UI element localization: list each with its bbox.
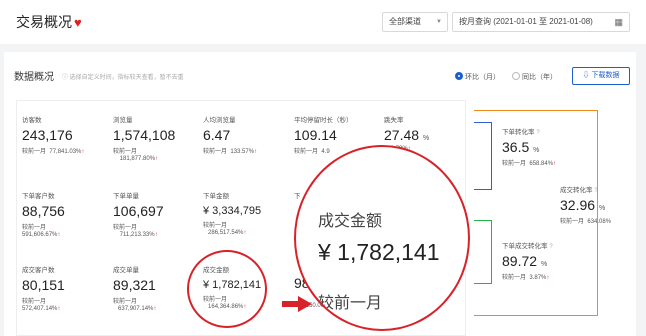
metric-order-count: 下单单量 106,697 较前一月 711,213.33%↑ (113, 193, 164, 238)
zoom-magnifier: 成交金额 ¥ 1,782,141 较前一月 (294, 145, 470, 331)
radio-icon (512, 72, 520, 80)
info-icon: ⓘ (62, 75, 70, 81)
metric-deal-count: 成交单量 89,321 较前一月 637,907.14%↑ (113, 267, 157, 312)
metric-pv-per-user: 人均浏览量 6.47 较前一月 133.57%↑ (203, 117, 258, 155)
metric-compare: 较前一月 77,841.03%↑ (22, 149, 85, 155)
calendar-icon: ▦ (614, 17, 623, 27)
channel-select[interactable]: 全部渠道 ▼ (382, 12, 448, 32)
metric-deal-customers: 成交客户数 80,151 较前一月 572,407.14%↑ (22, 267, 65, 312)
metric-pageviews: 浏览量 1,574,108 较前一月 181,877.80%↑ (113, 117, 176, 162)
page-title: 交易概况 ♥ (16, 14, 82, 30)
metric-order-amount: 下单金额 ¥ 3,334,795 较前一月 286,517.54%↑ (203, 193, 262, 236)
radio-selected-icon (455, 72, 463, 80)
metric-order-col4: 下 (294, 193, 301, 200)
download-button[interactable]: ⇩ 下载数据 (572, 67, 630, 85)
radio-yoy[interactable]: 同比（年） (512, 72, 557, 82)
section-note: ⓘ 选择自定义时间，指标较天查看，暂不去重 (62, 75, 184, 81)
date-range-picker[interactable]: 按月查询 (2021-01-01 至 2021-01-08) ▦ (452, 12, 630, 32)
metric-visitors: 访客数 243,176 较前一月 77,841.03%↑ (22, 117, 85, 155)
heart-icon: ♥ (74, 15, 82, 30)
section-title: 数据概况 (14, 72, 54, 83)
pointer-arrow-icon (282, 296, 312, 312)
metric-order-customers: 下单客户数 88,756 较前一月 591,606.67%↑ (22, 193, 65, 238)
top-bar: 交易概况 ♥ 全部渠道 ▼ 按月查询 (2021-01-01 至 2021-01-0… (0, 0, 646, 44)
metric-avg-stay: 平均停留时长（秒） 109.14 较前一月 4.9 (294, 117, 353, 155)
highlight-circle (187, 250, 267, 328)
radio-mom[interactable]: 环比（月） (455, 72, 500, 82)
chevron-down-icon: ▼ (436, 19, 442, 25)
flow-line-orange (474, 110, 598, 316)
